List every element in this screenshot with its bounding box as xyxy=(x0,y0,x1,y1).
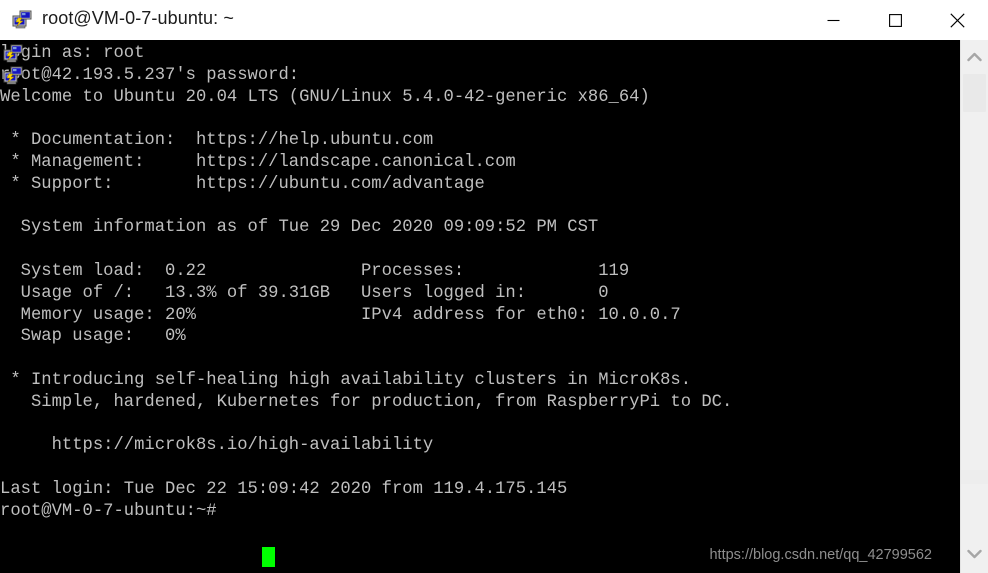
minimize-button[interactable] xyxy=(802,0,864,40)
close-button[interactable] xyxy=(926,0,988,40)
minimize-icon xyxy=(827,14,840,27)
maximize-button[interactable] xyxy=(864,0,926,40)
putty-computer-icon xyxy=(12,9,34,31)
putty-terminal-window: root@VM-0-7-ubuntu: ~ login as: root roo… xyxy=(0,0,988,573)
chevron-down-icon xyxy=(967,546,982,564)
putty-computer-icon xyxy=(2,43,26,65)
scroll-down-button[interactable] xyxy=(961,543,988,567)
putty-computer-icon xyxy=(2,65,26,87)
terminal-screen[interactable]: login as: root root@42.193.5.237's passw… xyxy=(0,40,960,573)
scroll-up-button[interactable] xyxy=(961,46,988,70)
terminal-cursor xyxy=(262,547,275,567)
vertical-scrollbar[interactable] xyxy=(960,40,988,573)
scrollbar-thumb[interactable] xyxy=(963,74,986,112)
window-title-bar[interactable]: root@VM-0-7-ubuntu: ~ xyxy=(0,0,988,40)
close-icon xyxy=(949,12,965,28)
window-controls xyxy=(802,0,988,40)
watermark-text: https://blog.csdn.net/qq_42799562 xyxy=(709,547,932,563)
window-title: root@VM-0-7-ubuntu: ~ xyxy=(42,8,234,28)
chevron-up-icon xyxy=(967,49,982,67)
scrollbar-track-mark xyxy=(961,470,988,484)
terminal-output: login as: root root@42.193.5.237's passw… xyxy=(0,44,733,521)
maximize-icon xyxy=(888,13,902,27)
